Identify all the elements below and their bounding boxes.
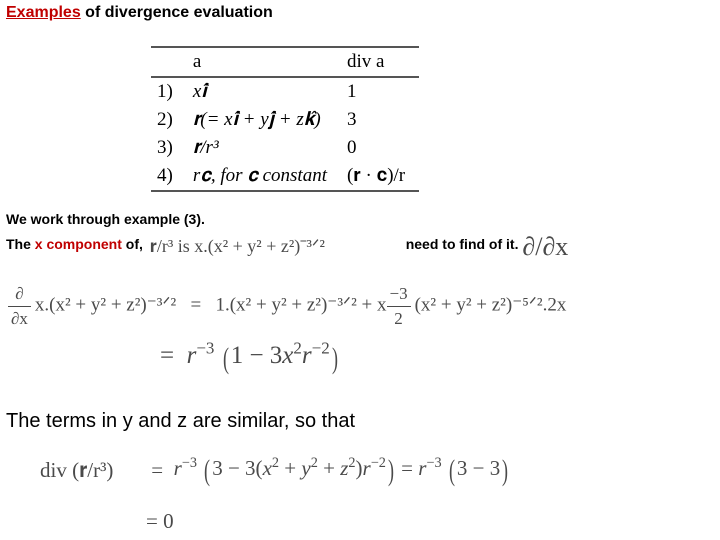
intro-math: 𝐫/r³ is x.(x² + y² + z²)⁻³ᐟ²	[147, 236, 328, 256]
worked-intro: We work through example (3). The x compo…	[6, 210, 714, 264]
row-num: 1)	[151, 77, 187, 106]
document-page: Examples of divergence evaluation a div …	[0, 0, 720, 540]
equation-1: ∂ ∂x x.(x² + y² + z²)⁻³ᐟ² = 1.(x² + y² +…	[8, 282, 714, 380]
eq2-rhs: r−3 (3 − 3(x2 + y2 + z2)r−2) = r−3 (3 − …	[174, 447, 511, 495]
eq2-line2: = 0	[146, 505, 174, 539]
similar-statement: The terms in y and z are similar, so tha…	[6, 410, 714, 433]
row-num: 4)	[151, 162, 187, 191]
eq1-rhs-a: 1.(x² + y² + z²)⁻³ᐟ² + x	[215, 295, 386, 316]
table-row: 1) x𝐢̂ 1	[151, 77, 419, 106]
intro-line2c: need to find of it.	[406, 236, 523, 252]
intro-red: x component	[35, 236, 122, 252]
eq2-eq: =	[151, 454, 163, 488]
eq2-lhs: div (𝐫/r³)	[40, 454, 146, 488]
table-row: 2) 𝐫(= x𝐢̂ + y𝐣̂ + z𝐤̂) 3	[151, 106, 419, 134]
row-div: 0	[341, 134, 419, 162]
row-div: (𝐫 · 𝐜)/r	[341, 162, 419, 191]
eq1-line2: = r−3 (1 − 3x2r−2)	[160, 342, 340, 369]
table-row: 3) 𝐫/r³ 0	[151, 134, 419, 162]
eq1-rhs-b: (x² + y² + z²)⁻⁵ᐟ².2x	[415, 295, 567, 316]
col-header-div: div a	[341, 47, 419, 77]
table-row: 4) r𝐜, for 𝐜 constant (𝐫 · 𝐜)/r	[151, 162, 419, 191]
intro-line1: We work through example (3).	[6, 211, 205, 227]
equation-2: div (𝐫/r³) = r−3 (3 − 3(x2 + y2 + z2)r−2…	[40, 447, 714, 539]
examples-table: a div a 1) x𝐢̂ 1 2) 𝐫(= x𝐢̂ + y𝐣̂ + z𝐤̂)…	[151, 46, 714, 192]
row-a: x𝐢̂	[187, 77, 341, 106]
eq1-lhs: x.(x² + y² + z²)⁻³ᐟ²	[35, 295, 176, 316]
frac-3over2: −3 2	[387, 282, 415, 331]
row-a: 𝐫/r³	[187, 134, 341, 162]
row-div: 3	[341, 106, 419, 134]
row-a: r𝐜, for 𝐜 constant	[187, 162, 341, 191]
row-num: 2)	[151, 106, 187, 134]
intro-line2a: The	[6, 236, 35, 252]
title-highlight: Examples	[6, 4, 81, 21]
frac-ddx: ∂ ∂x	[8, 282, 35, 331]
row-div: 1	[341, 77, 419, 106]
row-num: 3)	[151, 134, 187, 162]
title-rest: of divergence evaluation	[81, 4, 273, 21]
intro-line2b: of,	[122, 236, 147, 252]
partial-operator: ∂/∂x	[522, 232, 568, 261]
col-header-a: a	[187, 47, 341, 77]
page-title: Examples of divergence evaluation	[6, 4, 714, 22]
eq1-eq: =	[190, 295, 201, 316]
row-a: 𝐫(= x𝐢̂ + y𝐣̂ + z𝐤̂)	[187, 106, 341, 134]
